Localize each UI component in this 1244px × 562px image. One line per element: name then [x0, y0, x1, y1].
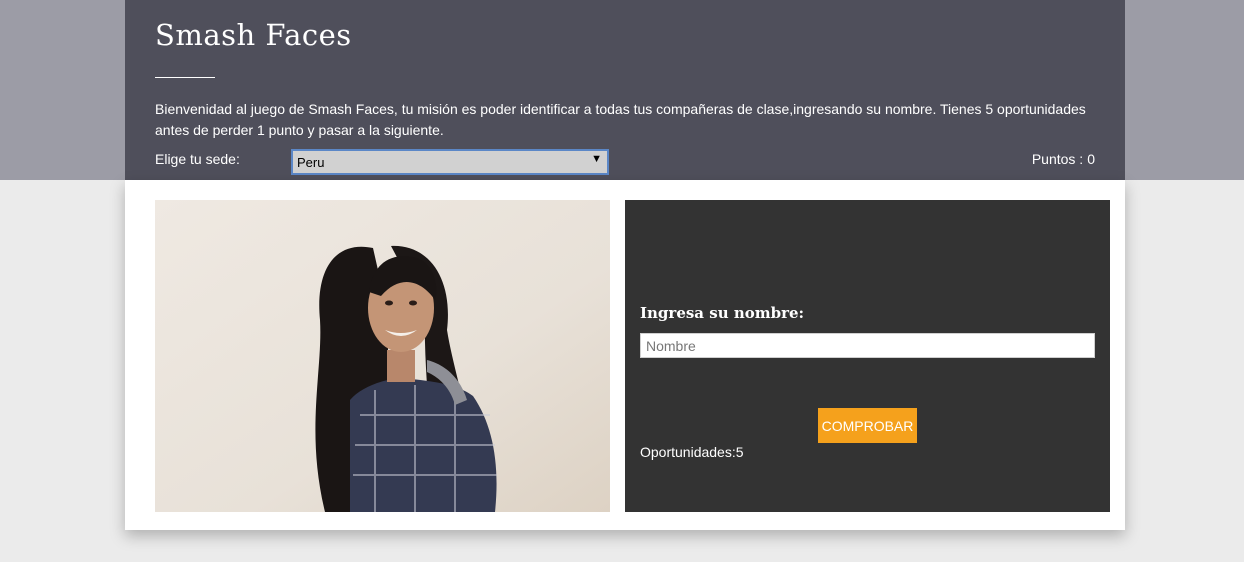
name-label: Ingresa su nombre:	[640, 304, 805, 322]
chances-value: 5	[735, 444, 744, 460]
sede-selected-value: Peru	[297, 155, 325, 170]
sede-label: Elige tu sede:	[155, 151, 240, 167]
sede-select[interactable]: Peru ▼	[291, 149, 609, 175]
points-display: Puntos :0	[1032, 151, 1095, 167]
check-button[interactable]: COMPROBAR	[818, 408, 917, 443]
student-photo	[155, 200, 610, 512]
page-header: Smash Faces Bienvenidad al juego de Smas…	[125, 0, 1125, 180]
name-input[interactable]	[640, 333, 1095, 358]
title-divider	[155, 77, 215, 78]
game-container: Smash Faces Bienvenidad al juego de Smas…	[125, 0, 1125, 530]
dropdown-arrow-icon: ▼	[591, 153, 602, 165]
points-value: 0	[1087, 151, 1095, 167]
page-title: Smash Faces	[155, 18, 352, 52]
chances-label: Oportunidades:	[640, 444, 736, 460]
student-portrait-icon	[155, 200, 610, 512]
points-label: Puntos :	[1031, 151, 1084, 167]
game-card: Ingresa su nombre: COMPROBAR Oportunidad…	[125, 180, 1125, 530]
chances-display: Oportunidades:5	[640, 444, 744, 460]
answer-panel: Ingresa su nombre: COMPROBAR Oportunidad…	[625, 200, 1110, 512]
intro-text: Bienvenidad al juego de Smash Faces, tu …	[155, 101, 1086, 138]
